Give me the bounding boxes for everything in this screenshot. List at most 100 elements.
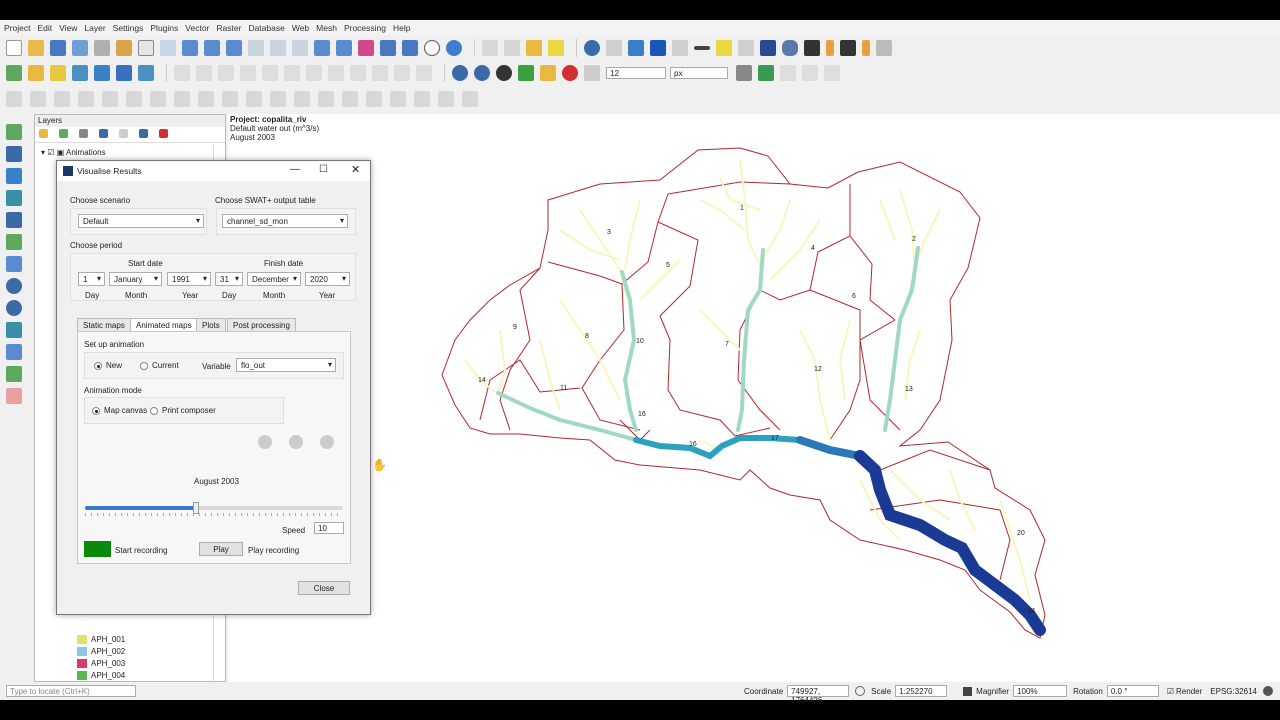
map-canvas[interactable]: Project: copalita_riv Default water out … [228,114,1280,682]
unit-select[interactable]: px [670,67,728,79]
menu-plugins[interactable]: Plugins [150,23,178,33]
pause-icon[interactable] [289,435,303,449]
print-composer-radio[interactable]: Print composer [150,406,216,415]
modify-icon[interactable] [284,65,300,81]
add-raster-icon[interactable] [28,65,44,81]
undo-icon[interactable] [394,65,410,81]
tab-static-maps[interactable]: Static maps [77,318,131,332]
save-project-icon[interactable] [50,40,66,56]
save-edits-icon[interactable] [804,40,820,56]
advanced-digitize-icon[interactable] [246,91,262,107]
expand-icon[interactable] [119,129,128,138]
attribute-table-icon[interactable] [606,40,622,56]
temporal-icon[interactable] [424,40,440,56]
play-icon[interactable] [258,435,272,449]
add-mesh-icon[interactable] [50,65,66,81]
new-bookmark-icon[interactable] [380,40,396,56]
vector-3-icon[interactable] [6,256,22,272]
menu-web[interactable]: Web [292,23,309,33]
new-radio[interactable]: New [94,361,122,370]
font-size-input[interactable]: 12 [606,67,666,79]
advanced-digitize-icon[interactable] [126,91,142,107]
close-button[interactable]: Close [298,581,350,595]
x2-icon[interactable] [802,65,818,81]
zoom-next-icon[interactable] [336,40,352,56]
table-icon[interactable] [672,40,688,56]
snap-icon[interactable] [584,65,600,81]
wfs-icon[interactable] [6,300,22,316]
advanced-digitize-icon[interactable] [6,91,22,107]
paste-icon[interactable] [372,65,388,81]
zoom-layer-icon[interactable] [270,40,286,56]
menu-view[interactable]: View [59,23,77,33]
layer-group-animations[interactable]: ▾ ☑ ▣ Animations [41,148,106,157]
rewind-icon[interactable] [320,435,334,449]
play-button[interactable]: Play [199,542,243,556]
zoom-out-icon[interactable] [204,40,220,56]
record-color-button[interactable] [84,541,111,557]
advanced-digitize-icon[interactable] [102,91,118,107]
wcs-icon[interactable] [6,278,22,294]
zoom-full-icon[interactable] [226,40,242,56]
tab-post-processing[interactable]: Post processing [227,318,296,332]
sigma-icon[interactable] [650,40,666,56]
mesh-icon[interactable] [6,168,22,184]
help-icon[interactable] [760,40,776,56]
vector-2-icon[interactable] [6,234,22,250]
advanced-digitize-icon[interactable] [150,91,166,107]
pencil-icon[interactable] [196,65,212,81]
globe-icon[interactable] [452,65,468,81]
raster-icon[interactable] [6,146,22,162]
new-project-icon[interactable] [6,40,22,56]
arcgis-icon[interactable] [6,322,22,338]
menu-project[interactable]: Project [4,23,30,33]
rotation-field[interactable]: 0.0 ° [1106,685,1159,697]
zoom-last-icon[interactable] [314,40,330,56]
show-bookmarks-icon[interactable] [402,40,418,56]
advanced-digitize-icon[interactable] [78,91,94,107]
advanced-digitize-icon[interactable] [366,91,382,107]
trace-icon[interactable] [736,65,752,81]
output-table-combo[interactable]: channel_sd_mon [222,214,348,228]
add-wms-icon[interactable] [116,65,132,81]
add-group-icon[interactable] [59,129,68,138]
zoom-native-icon[interactable] [292,40,308,56]
messages-icon[interactable] [1262,686,1273,696]
open-project-icon[interactable] [28,40,44,56]
crs-button[interactable]: EPSG:32614 [1210,687,1257,696]
scale-field[interactable]: 1:252270 [895,685,948,697]
select-all-icon[interactable] [548,40,564,56]
wand-icon[interactable] [540,65,556,81]
ad-icon[interactable] [6,388,22,404]
identify-icon[interactable] [584,40,600,56]
map-canvas-radio[interactable]: Map canvas [92,406,147,415]
add-delimited-icon[interactable] [72,65,88,81]
variable-combo[interactable]: flo_out [236,358,336,372]
delete-icon[interactable] [306,65,322,81]
refresh-icon[interactable] [446,40,462,56]
copy-icon[interactable] [350,65,366,81]
pan-to-selection-icon[interactable] [160,40,176,56]
advanced-digitize-icon[interactable] [270,91,286,107]
save-layer-icon[interactable] [840,40,856,56]
advanced-digitize-icon[interactable] [462,91,478,107]
redo-icon[interactable] [416,65,432,81]
finish-month-combo[interactable]: December [247,272,301,286]
deselect-icon[interactable] [526,40,542,56]
advanced-digitize-icon[interactable] [174,91,190,107]
start-month-combo[interactable]: January [109,272,162,286]
zoom-in-icon[interactable] [182,40,198,56]
time-slider[interactable] [85,502,343,514]
menu-edit[interactable]: Edit [37,23,52,33]
advanced-digitize-icon[interactable] [438,91,454,107]
select-value-icon[interactable] [504,40,520,56]
grid-icon[interactable] [876,40,892,56]
advanced-digitize-icon[interactable] [198,91,214,107]
database-icon[interactable] [782,40,798,56]
layout-manager-icon[interactable] [116,40,132,56]
tab-animated-maps[interactable]: Animated maps [130,318,198,332]
menu-settings[interactable]: Settings [113,23,144,33]
binoculars-icon[interactable] [496,65,512,81]
add-wfs-icon[interactable] [138,65,154,81]
menu-help[interactable]: Help [393,23,410,33]
